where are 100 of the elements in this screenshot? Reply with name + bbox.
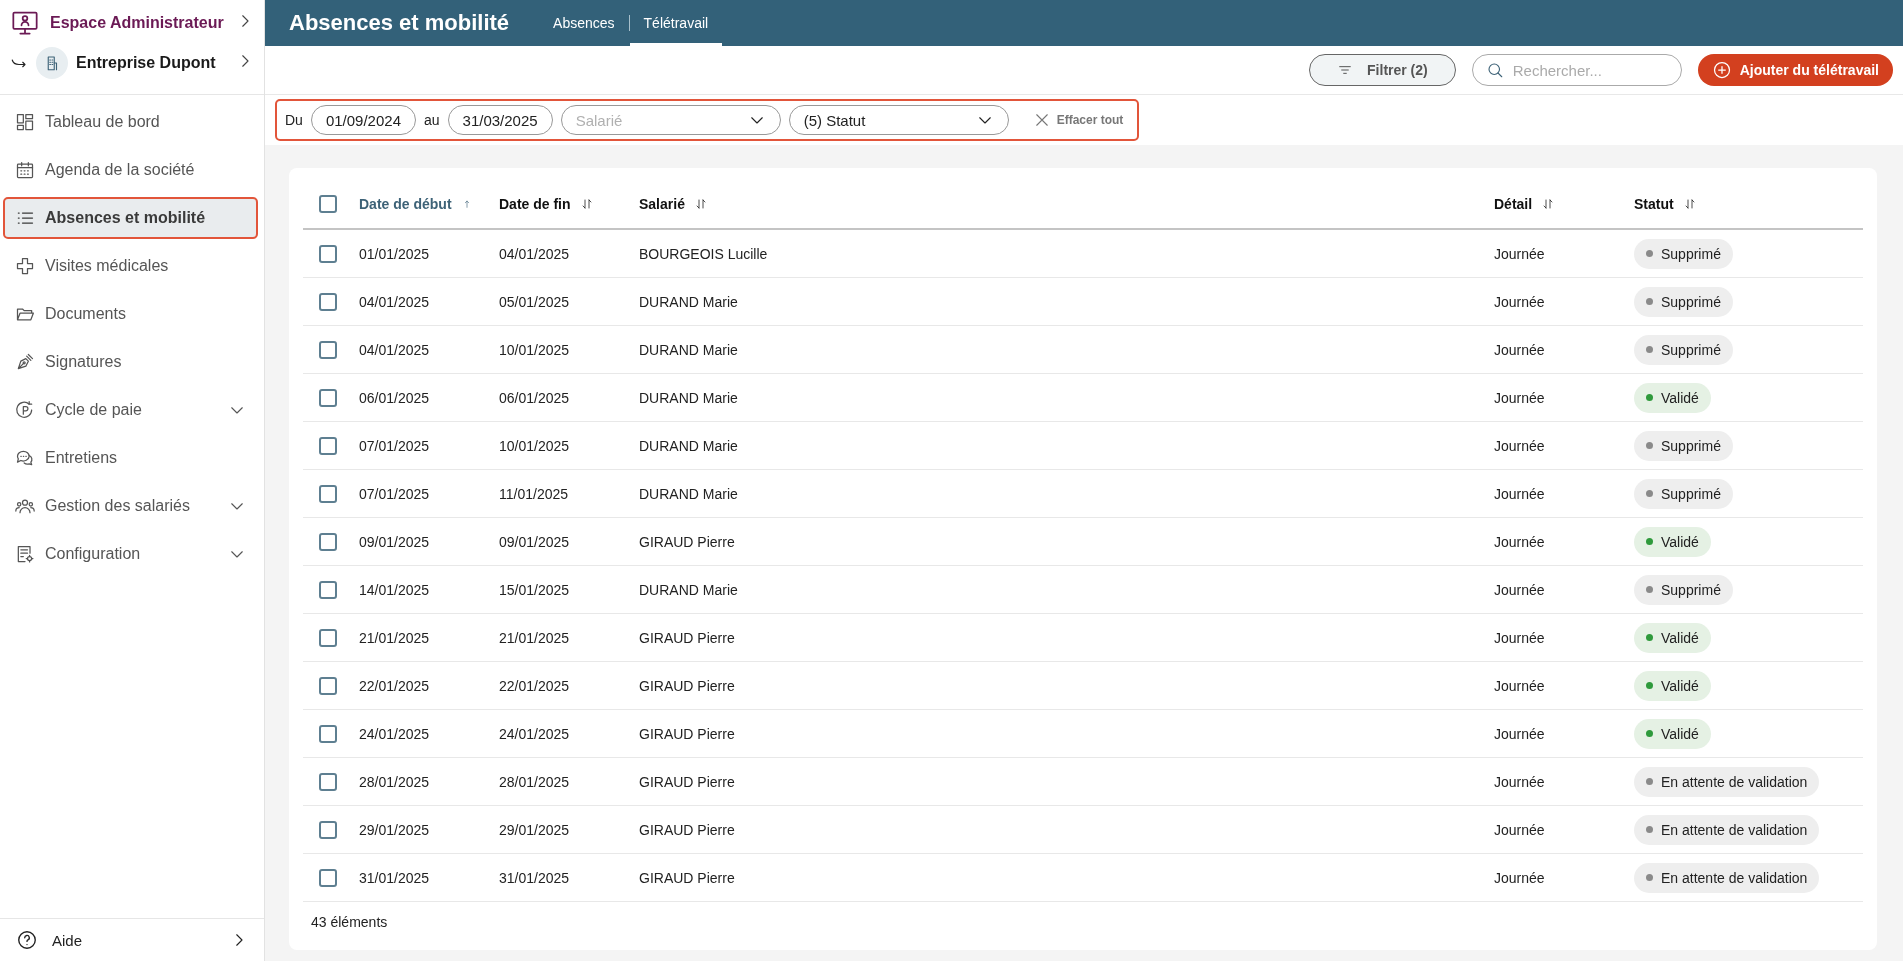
sort-icon [1683, 198, 1696, 210]
row-checkbox[interactable] [319, 820, 337, 839]
table-cell: BOURGEOIS Lucille [639, 245, 768, 262]
sidebar-item[interactable]: Signatures [3, 341, 258, 383]
table-cell: 04/01/2025 [359, 341, 430, 358]
row-checkbox[interactable] [319, 724, 337, 743]
status-badge: Validé [1634, 526, 1711, 557]
help-item[interactable]: Aide [0, 918, 264, 961]
table-cell: 31/01/2025 [499, 869, 570, 886]
table-cell: 07/01/2025 [359, 485, 430, 502]
sidebar-item[interactable]: Absences et mobilité [3, 197, 258, 239]
status-badge: En attente de validation [1634, 862, 1820, 893]
payroll-cycle-icon [15, 400, 35, 420]
workspace-label[interactable]: Espace Administrateur [50, 14, 226, 32]
from-label: Du [285, 112, 303, 128]
plus-circle-icon [1711, 60, 1732, 80]
row-checkbox[interactable] [319, 436, 337, 455]
status-badge: Supprimé [1634, 430, 1733, 461]
sidebar-item[interactable]: Documents [3, 293, 258, 335]
table-cell: 09/01/2025 [359, 533, 430, 550]
table-cell: GIRAUD Pierre [639, 629, 735, 646]
table-cell: DURAND Marie [639, 485, 738, 502]
table-cell: Journée [1494, 725, 1545, 742]
start-date-field[interactable]: 01/09/2024 [310, 105, 416, 135]
table-cell: 14/01/2025 [359, 581, 430, 598]
table-cell: 09/01/2025 [499, 533, 570, 550]
sidebar-item[interactable]: Entretiens [3, 437, 258, 479]
table-cell: 04/01/2025 [499, 245, 570, 262]
column-header[interactable]: Date de début [359, 196, 452, 212]
row-checkbox[interactable] [319, 628, 337, 647]
sidebar-item[interactable]: Gestion des salariés [3, 485, 258, 527]
table-cell: GIRAUD Pierre [639, 533, 735, 550]
sort-icon [1542, 198, 1555, 210]
end-date-field[interactable]: 31/03/2025 [447, 105, 553, 135]
row-checkbox[interactable] [319, 244, 337, 263]
row-checkbox[interactable] [319, 388, 337, 407]
item-count: 43 éléments [310, 913, 389, 932]
table-cell: 29/01/2025 [499, 821, 570, 838]
table-cell: 21/01/2025 [499, 629, 570, 646]
add-telework-button[interactable]: Ajouter du télétravail [1697, 54, 1893, 86]
row-checkbox[interactable] [319, 340, 337, 359]
table-cell: DURAND Marie [639, 389, 738, 406]
column-header[interactable]: Date de fin [499, 196, 571, 212]
status-badge: Supprimé [1634, 286, 1733, 317]
table-cell: Journée [1494, 581, 1545, 598]
table-cell: 04/01/2025 [359, 293, 430, 310]
column-header[interactable]: Salarié [639, 196, 685, 212]
row-checkbox[interactable] [319, 532, 337, 551]
company-label[interactable]: Entreprise Dupont [76, 54, 228, 72]
table-cell: 31/01/2025 [359, 869, 430, 886]
chat-icon [15, 448, 35, 468]
table-cell: 22/01/2025 [359, 677, 430, 694]
table-cell: Journée [1494, 869, 1545, 886]
to-label: au [424, 112, 440, 128]
table-cell: 07/01/2025 [359, 437, 430, 454]
table-cell: Journée [1494, 437, 1545, 454]
filter-button[interactable]: Filtrer (2) [1309, 54, 1456, 86]
row-checkbox[interactable] [319, 676, 337, 695]
table-cell: 28/01/2025 [499, 773, 570, 790]
calendar-icon [15, 160, 35, 180]
sidebar-item[interactable]: Tableau de bord [3, 101, 258, 143]
status-badge: Supprimé [1634, 334, 1733, 365]
sort-icon [694, 198, 707, 210]
row-checkbox[interactable] [319, 580, 337, 599]
status-badge: Validé [1634, 718, 1711, 749]
table-cell: DURAND Marie [639, 341, 738, 358]
column-header[interactable]: Détail [1494, 196, 1533, 212]
table-cell: 06/01/2025 [499, 389, 570, 406]
table-cell: 11/01/2025 [499, 485, 569, 502]
table-cell: 22/01/2025 [499, 677, 570, 694]
sidebar-item[interactable]: Configuration [3, 533, 258, 575]
sidebar-item[interactable]: Visites médicales [3, 245, 258, 287]
table-cell: Journée [1494, 533, 1545, 550]
status-badge: Validé [1634, 670, 1711, 701]
sidebar-item[interactable]: Cycle de paie [3, 389, 258, 431]
table-cell: 29/01/2025 [359, 821, 430, 838]
table-cell: GIRAUD Pierre [639, 773, 735, 790]
row-checkbox[interactable] [319, 484, 337, 503]
table-cell: GIRAUD Pierre [639, 869, 735, 886]
status-badge: Supprimé [1634, 478, 1733, 509]
settings-icon [15, 544, 35, 564]
row-checkbox[interactable] [319, 868, 337, 887]
status-dropdown[interactable]: (5) Statut [788, 105, 1009, 135]
clear-all-button[interactable]: Effacer tout [1026, 110, 1130, 130]
row-checkbox[interactable] [319, 292, 337, 311]
tab[interactable]: Absences [539, 0, 629, 46]
table-cell: Journée [1494, 389, 1545, 406]
select-all-checkbox[interactable] [319, 195, 337, 213]
table-cell: DURAND Marie [639, 293, 738, 310]
sidebar-item[interactable]: Agenda de la société [3, 149, 258, 191]
table-cell: 24/01/2025 [359, 725, 430, 742]
table-cell: Journée [1494, 773, 1545, 790]
table-cell: 10/01/2025 [499, 341, 570, 358]
status-badge: Supprimé [1634, 574, 1733, 605]
search-field[interactable]: Rechercher... [1471, 54, 1682, 86]
table-cell: GIRAUD Pierre [639, 725, 735, 742]
column-header[interactable]: Statut [1634, 196, 1674, 212]
row-checkbox[interactable] [319, 772, 337, 791]
table-cell: 10/01/2025 [499, 437, 570, 454]
sort-icon [580, 198, 593, 210]
